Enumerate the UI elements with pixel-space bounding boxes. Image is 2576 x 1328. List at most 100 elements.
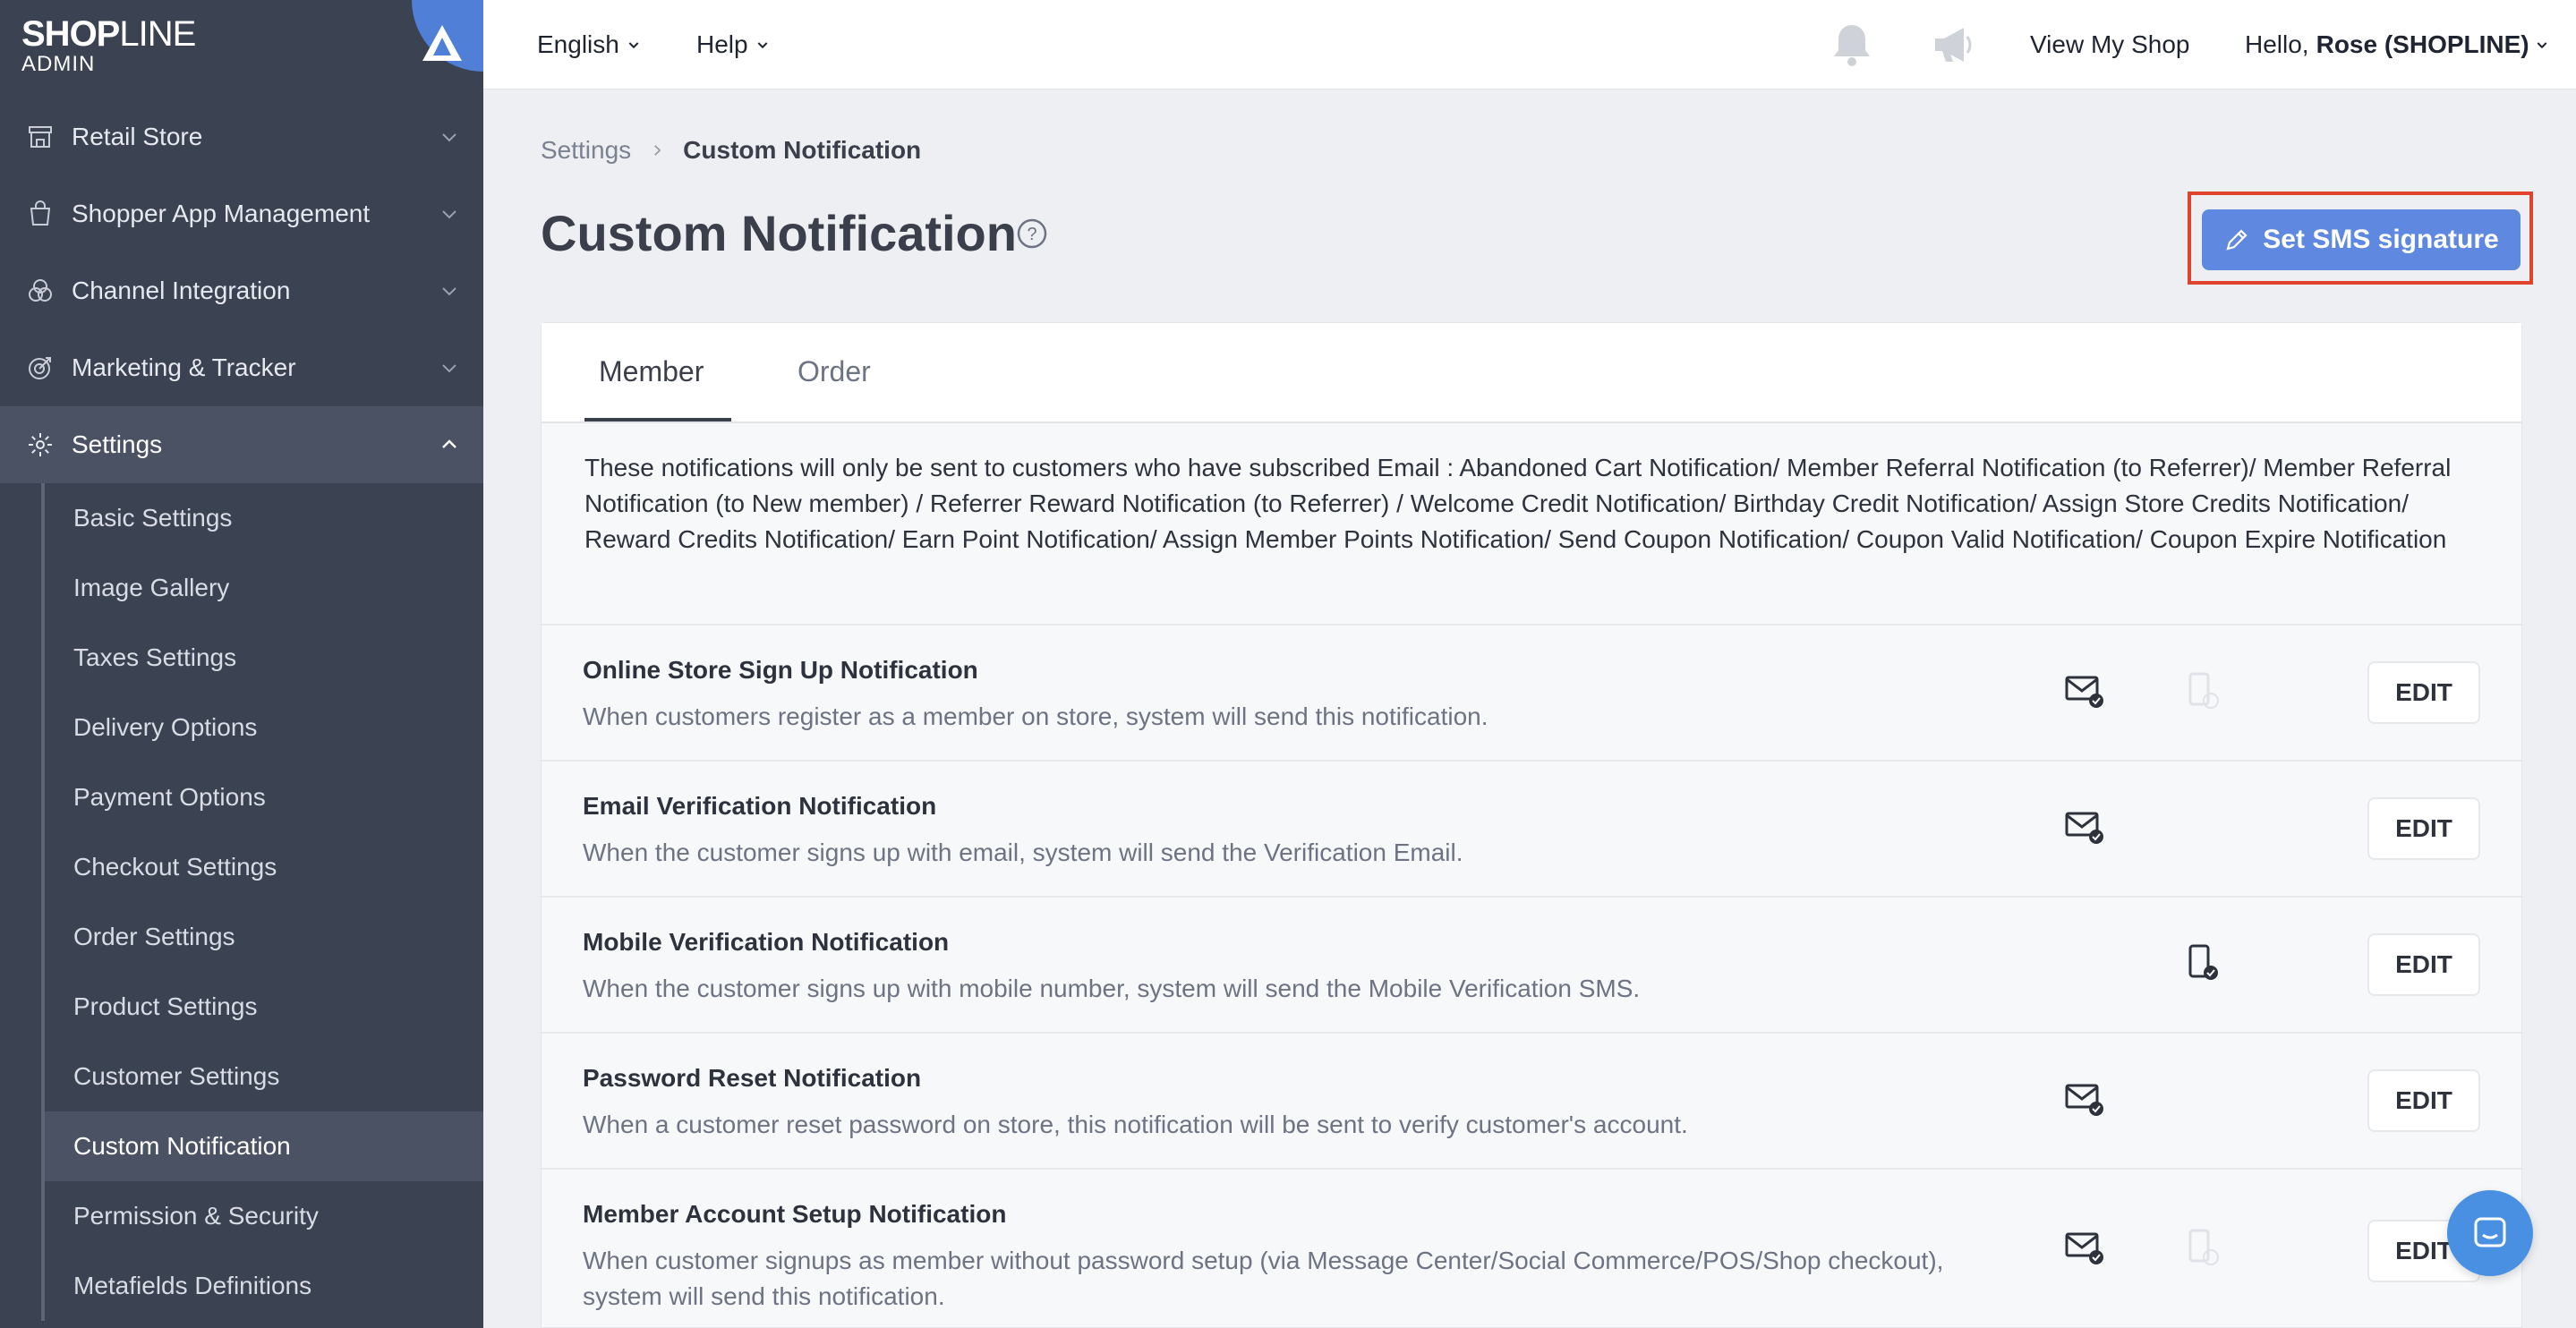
- edit-button[interactable]: EDIT: [2367, 933, 2480, 996]
- user-menu[interactable]: Hello, Rose (SHOPLINE): [2245, 0, 2549, 89]
- sidebar-item-marketing[interactable]: Marketing & Tracker: [0, 329, 483, 406]
- notification-row: Password Reset Notification When a custo…: [542, 1032, 2521, 1168]
- target-icon: [25, 353, 55, 383]
- sidebar-item-image-gallery[interactable]: Image Gallery: [45, 553, 483, 623]
- set-sms-signature-label: Set SMS signature: [2263, 225, 2499, 254]
- sidebar-item-custom-notification[interactable]: Custom Notification: [45, 1111, 483, 1181]
- sidebar-item-channel-integration[interactable]: Channel Integration: [0, 252, 483, 329]
- breadcrumb-current: Custom Notification: [683, 136, 922, 164]
- sms-enabled-icon: [2188, 944, 2218, 980]
- sidebar: SHOPLINE ADMIN Retail Store Shopper App …: [0, 0, 483, 1328]
- edit-button[interactable]: EDIT: [2367, 661, 2480, 724]
- top-bar: English Help View My Shop Hello, Rose (S…: [483, 0, 2576, 89]
- page-title: Custom Notification: [541, 205, 1017, 261]
- breadcrumb: Settings Custom Notification: [541, 136, 921, 165]
- chat-icon: [2474, 1217, 2506, 1247]
- notification-description: When customer signups as member without …: [583, 1247, 1944, 1310]
- edit-button[interactable]: EDIT: [2367, 797, 2480, 860]
- subscription-notice: These notifications will only be sent to…: [584, 454, 2452, 553]
- language-label: English: [537, 30, 619, 58]
- brand-mark-icon: [422, 25, 462, 61]
- greeting-text: Hello,: [2245, 30, 2309, 58]
- notifications-card: Member Order These notifications will on…: [541, 322, 2522, 1328]
- chevron-down-icon: [442, 287, 456, 296]
- sidebar-item-label: Shopper App Management: [72, 200, 371, 227]
- edit-button[interactable]: EDIT: [2367, 1069, 2480, 1132]
- channels-icon: [25, 276, 55, 306]
- sms-disabled-icon: [2188, 672, 2219, 709]
- logo-bold-text: SHOP: [21, 14, 120, 54]
- email-enabled-icon: [2065, 812, 2103, 844]
- email-enabled-icon: [2065, 1084, 2103, 1116]
- notification-title: Email Verification Notification: [583, 792, 937, 820]
- chevron-down-icon: [442, 364, 456, 373]
- store-icon: [25, 122, 55, 152]
- chat-button[interactable]: [2447, 1190, 2533, 1276]
- sms-disabled-icon: [2188, 1229, 2219, 1265]
- help-dropdown[interactable]: Help: [696, 0, 770, 89]
- notifications-bell[interactable]: [1831, 0, 1872, 89]
- chevron-right-icon: [654, 145, 661, 156]
- notification-title: Password Reset Notification: [583, 1064, 922, 1092]
- email-enabled-icon: [2065, 676, 2103, 708]
- chevron-down-icon: [442, 133, 456, 142]
- sidebar-item-customer-settings[interactable]: Customer Settings: [45, 1042, 483, 1111]
- chevron-down-icon: [628, 42, 639, 49]
- notification-row: Mobile Verification Notification When th…: [542, 896, 2521, 1032]
- notification-row: Email Verification Notification When the…: [542, 760, 2521, 896]
- language-dropdown[interactable]: English: [537, 0, 641, 89]
- sidebar-item-retail-store[interactable]: Retail Store: [0, 98, 483, 175]
- announcements[interactable]: [1932, 0, 1976, 89]
- notification-description: When the customer signs up with mobile n…: [583, 975, 1641, 1002]
- sidebar-item-shopper-app[interactable]: Shopper App Management: [0, 175, 483, 252]
- chevron-down-icon: [2537, 42, 2546, 49]
- shopping-bag-icon: [25, 199, 55, 229]
- email-enabled-icon: [2065, 1232, 2103, 1264]
- sidebar-item-label: Channel Integration: [72, 277, 291, 304]
- help-circle-icon[interactable]: ?: [1017, 218, 1047, 249]
- sidebar-item-label: Settings: [72, 430, 163, 458]
- notification-row: Online Store Sign Up Notification When c…: [542, 624, 2521, 760]
- sidebar-item-order-settings[interactable]: Order Settings: [45, 902, 483, 972]
- sidebar-item-delivery-options[interactable]: Delivery Options: [45, 693, 483, 762]
- sidebar-item-permission-security[interactable]: Permission & Security: [45, 1181, 483, 1251]
- sidebar-item-basic-settings[interactable]: Basic Settings: [45, 483, 483, 553]
- sidebar-nav: Retail Store Shopper App Management Chan…: [0, 98, 483, 483]
- megaphone-icon: [1935, 28, 1972, 62]
- sidebar-item-label: Retail Store: [72, 123, 203, 150]
- sidebar-item-label: Marketing & Tracker: [72, 353, 296, 381]
- breadcrumb-settings-link[interactable]: Settings: [541, 136, 631, 165]
- tab-member[interactable]: Member: [599, 355, 704, 388]
- settings-subnav: Basic Settings Image Gallery Taxes Setti…: [41, 483, 483, 1321]
- help-label: Help: [696, 30, 748, 58]
- sidebar-item-settings[interactable]: Settings: [0, 406, 483, 483]
- sidebar-item-payment-options[interactable]: Payment Options: [45, 762, 483, 832]
- notification-description: When the customer signs up with email, s…: [583, 839, 1463, 866]
- sidebar-item-checkout-settings[interactable]: Checkout Settings: [45, 832, 483, 902]
- notification-description: When a customer reset password on store,…: [583, 1111, 1688, 1138]
- tab-order[interactable]: Order: [798, 355, 871, 388]
- notification-title: Member Account Setup Notification: [583, 1200, 1007, 1228]
- chevron-down-icon: [442, 210, 456, 219]
- view-my-shop-link[interactable]: View My Shop: [2030, 0, 2189, 89]
- notification-row: Member Account Setup Notification When c…: [542, 1168, 2521, 1328]
- logo-area: SHOPLINE ADMIN: [0, 0, 483, 89]
- logo-sub-text: ADMIN: [21, 52, 96, 76]
- active-tab-indicator: [584, 418, 731, 421]
- brand-logo[interactable]: SHOPLINE ADMIN: [21, 14, 196, 76]
- sidebar-item-metafields[interactable]: Metafields Definitions: [45, 1251, 483, 1321]
- chevron-down-icon: [757, 42, 767, 49]
- notification-title: Online Store Sign Up Notification: [583, 656, 978, 684]
- chevron-up-icon: [442, 439, 456, 448]
- notification-description: When customers register as a member on s…: [583, 702, 1488, 730]
- gear-icon: [25, 430, 55, 460]
- user-name: Rose (SHOPLINE): [2316, 30, 2529, 58]
- pencil-icon: [2226, 229, 2248, 251]
- logo-light-text: LINE: [119, 14, 196, 54]
- sidebar-item-product-settings[interactable]: Product Settings: [45, 972, 483, 1042]
- tab-bar: Member Order: [542, 323, 2521, 423]
- bell-icon: [1834, 25, 1870, 66]
- sidebar-item-taxes-settings[interactable]: Taxes Settings: [45, 623, 483, 693]
- notification-title: Mobile Verification Notification: [583, 928, 950, 956]
- set-sms-signature-button[interactable]: Set SMS signature: [2202, 209, 2521, 270]
